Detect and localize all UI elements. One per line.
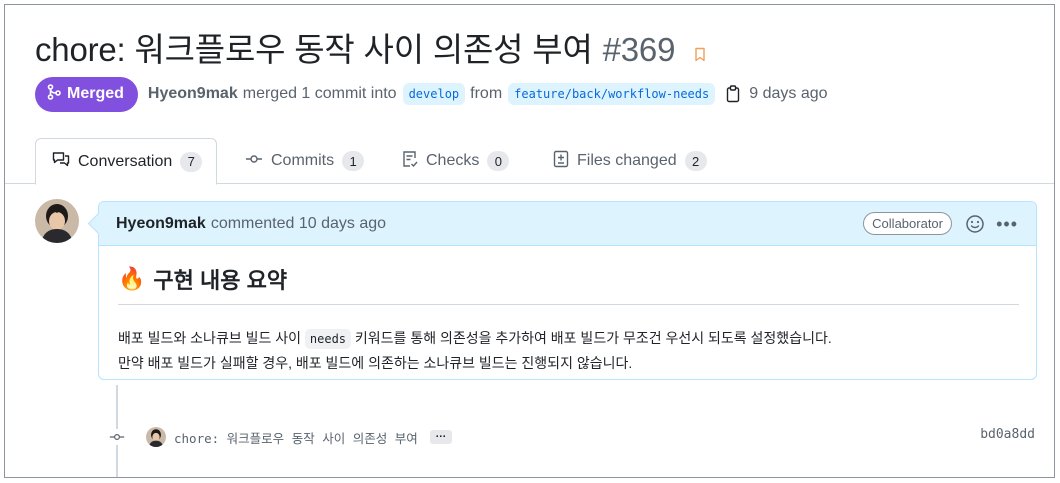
inline-code: needs	[304, 329, 352, 349]
commit-message-link[interactable]: chore: 워크플로우 동작 사이 의존성 부여	[174, 428, 418, 447]
merged-status-badge: Merged	[35, 76, 138, 112]
comment-header: Hyeon9mak commented 10 days ago Collabor…	[99, 202, 1036, 246]
comment-line1-before: 배포 빌드와 소나큐브 빌드 사이	[118, 330, 301, 346]
tab-label: Conversation	[78, 152, 173, 170]
kebab-menu-icon[interactable]: •••	[996, 215, 1018, 233]
commit-node-icon	[109, 429, 125, 445]
head-branch-link[interactable]: feature/back/workflow-needs	[508, 83, 716, 105]
tab-commits[interactable]: Commits 1	[245, 138, 365, 184]
tab-count: 7	[180, 151, 203, 172]
commit-row: chore: 워크플로우 동작 사이 의존성 부여 …	[146, 425, 452, 449]
commit-author-avatar[interactable]	[146, 427, 166, 447]
pr-number: #369	[602, 31, 676, 68]
pr-author-link[interactable]: Hyeon9mak	[148, 85, 238, 103]
expand-commit-button[interactable]: …	[429, 429, 452, 444]
comment-action: commented 10 days ago	[210, 214, 387, 232]
comment-box: Hyeon9mak commented 10 days ago Collabor…	[98, 201, 1037, 380]
comment-body: 🔥 구현 내용 요약 배포 빌드와 소나큐브 빌드 사이 needs 키워드를 …	[99, 246, 1036, 375]
merged-text: merged 1 commit into	[242, 85, 397, 102]
tab-conversation[interactable]: Conversation 7	[35, 138, 218, 185]
comment-author-link[interactable]: Hyeon9mak	[116, 215, 206, 233]
from-text: from	[470, 85, 503, 102]
tab-label: Checks	[426, 152, 480, 169]
merged-status-label: Merged	[67, 85, 124, 102]
merge-time: 9 days ago	[749, 85, 828, 102]
comment-paragraph-1: 배포 빌드와 소나큐브 빌드 사이 needs 키워드를 통해 의존성을 추가하…	[118, 326, 1019, 351]
tab-count: 1	[342, 151, 365, 171]
pr-title-text: chore: 워크플로우 동작 사이 의존성 부여	[35, 31, 593, 68]
tab-label: Files changed	[577, 152, 677, 169]
bookmark-icon[interactable]	[694, 33, 706, 71]
comment-author-avatar[interactable]	[35, 199, 79, 243]
pr-meta: Merged Hyeon9mak merged 1 commit into de…	[35, 76, 828, 112]
pr-tabs: Conversation 7 Commits 1 Checks 0 Files …	[5, 138, 1054, 185]
tab-count: 0	[487, 151, 510, 171]
commit-icon	[245, 152, 263, 170]
conversation-icon	[52, 151, 70, 172]
checklist-icon	[402, 150, 418, 173]
collaborator-badge: Collaborator	[863, 212, 952, 235]
smiley-icon[interactable]	[965, 214, 985, 239]
base-branch-link[interactable]: develop	[402, 83, 466, 105]
tab-label: Commits	[271, 152, 335, 169]
tab-checks[interactable]: Checks 0	[402, 138, 510, 184]
pull-request-page: chore: 워크플로우 동작 사이 의존성 부여 #369 Merged Hye…	[4, 4, 1055, 478]
tab-count: 2	[684, 151, 707, 171]
comment-line1-after: 키워드를 통해 의존성을 추가하여 배포 빌드가 무조건 우선시 되도록 설정했…	[354, 330, 832, 346]
commit-sha-link[interactable]: bd0a8dd	[980, 427, 1035, 442]
copy-icon[interactable]	[725, 85, 741, 103]
pr-title: chore: 워크플로우 동작 사이 의존성 부여 #369	[35, 23, 706, 71]
git-merge-icon	[47, 83, 61, 105]
comment-heading-text: 구현 내용 요약	[153, 268, 288, 293]
diff-icon	[553, 150, 569, 173]
tab-files-changed[interactable]: Files changed 2	[553, 138, 707, 184]
comment-paragraph-2: 만약 배포 빌드가 실패할 경우, 배포 빌드에 의존하는 소나큐브 빌드는 진…	[118, 355, 633, 371]
fire-emoji-icon: 🔥	[118, 266, 146, 291]
comment-heading: 🔥 구현 내용 요약	[118, 263, 1019, 305]
